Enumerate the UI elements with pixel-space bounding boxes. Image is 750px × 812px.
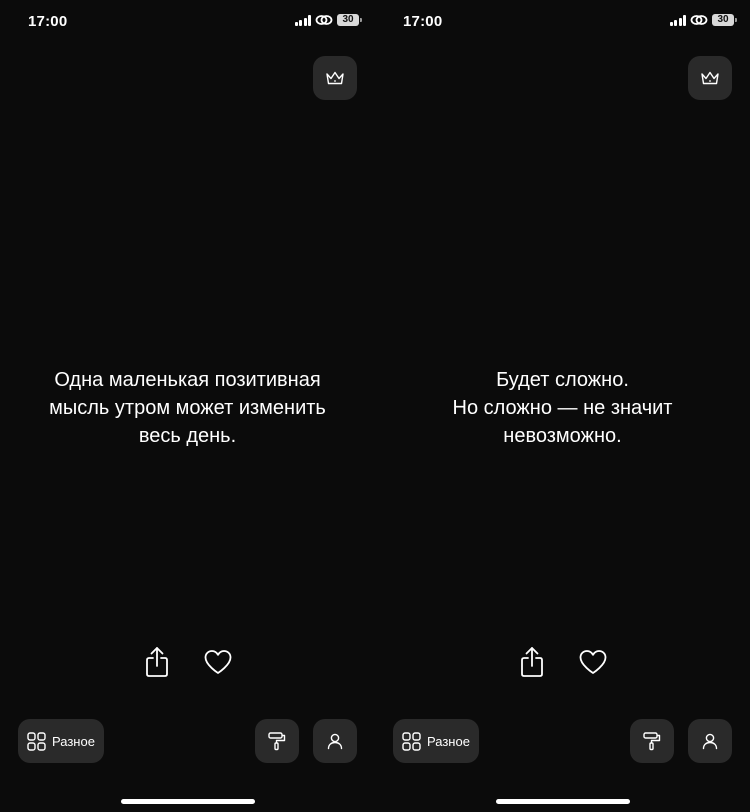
like-button[interactable] bbox=[202, 646, 234, 678]
quote-line: мысль утром может изменить bbox=[49, 397, 326, 419]
grid-icon bbox=[27, 731, 46, 751]
share-icon bbox=[146, 647, 168, 677]
premium-button[interactable] bbox=[313, 56, 357, 100]
screen-2: 17:00 30 Будет сложно. Но сложно — не зн… bbox=[375, 0, 750, 812]
action-row bbox=[0, 644, 375, 680]
action-row bbox=[375, 644, 750, 680]
link-icon bbox=[690, 15, 708, 25]
premium-button[interactable] bbox=[688, 56, 732, 100]
user-icon bbox=[702, 733, 718, 750]
category-label: Разное bbox=[52, 733, 95, 749]
like-button[interactable] bbox=[577, 646, 609, 678]
screens-container: 17:00 30 Одна маленькая позитивная мысль… bbox=[0, 0, 750, 812]
share-icon bbox=[521, 647, 543, 677]
paint-roller-icon bbox=[268, 732, 286, 751]
battery-level: 30 bbox=[717, 14, 729, 25]
paint-roller-icon bbox=[643, 732, 661, 751]
category-button[interactable]: Разное bbox=[18, 719, 104, 763]
signal-icon bbox=[669, 14, 686, 26]
quote-text: Одна маленькая позитивная мысль утром мо… bbox=[20, 366, 355, 450]
screen-1: 17:00 30 Одна маленькая позитивная мысль… bbox=[0, 0, 375, 812]
grid-icon bbox=[402, 731, 421, 751]
theme-button[interactable] bbox=[255, 719, 299, 763]
quote-text: Будет сложно. Но сложно — не значит нево… bbox=[395, 366, 730, 450]
status-time: 17:00 bbox=[403, 13, 443, 30]
status-time: 17:00 bbox=[28, 13, 68, 30]
status-indicators: 30 bbox=[669, 14, 737, 26]
link-icon bbox=[315, 15, 333, 25]
profile-button[interactable] bbox=[688, 719, 732, 763]
user-icon bbox=[327, 733, 343, 750]
home-indicator[interactable] bbox=[121, 799, 255, 804]
crown-icon bbox=[326, 71, 344, 85]
heart-icon bbox=[204, 650, 232, 674]
profile-button[interactable] bbox=[313, 719, 357, 763]
quote-line: Одна маленькая позитивная bbox=[54, 369, 321, 391]
status-bar: 17:00 30 bbox=[0, 0, 375, 44]
share-button[interactable] bbox=[141, 644, 173, 680]
quote-line: невозможно. bbox=[503, 425, 622, 447]
battery-icon: 30 bbox=[712, 14, 737, 26]
theme-button[interactable] bbox=[630, 719, 674, 763]
home-indicator[interactable] bbox=[496, 799, 630, 804]
crown-icon bbox=[701, 71, 719, 85]
category-label: Разное bbox=[427, 733, 470, 749]
category-button[interactable]: Разное bbox=[393, 719, 479, 763]
heart-icon bbox=[579, 650, 607, 674]
status-indicators: 30 bbox=[294, 14, 362, 26]
battery-level: 30 bbox=[342, 14, 354, 25]
quote-line: Будет сложно. bbox=[496, 369, 629, 391]
quote-line: Но сложно — не значит bbox=[452, 397, 673, 419]
share-button[interactable] bbox=[516, 644, 548, 680]
quote-line: весь день. bbox=[138, 425, 237, 447]
status-bar: 17:00 30 bbox=[375, 0, 750, 44]
battery-icon: 30 bbox=[337, 14, 362, 26]
signal-icon bbox=[294, 14, 311, 26]
